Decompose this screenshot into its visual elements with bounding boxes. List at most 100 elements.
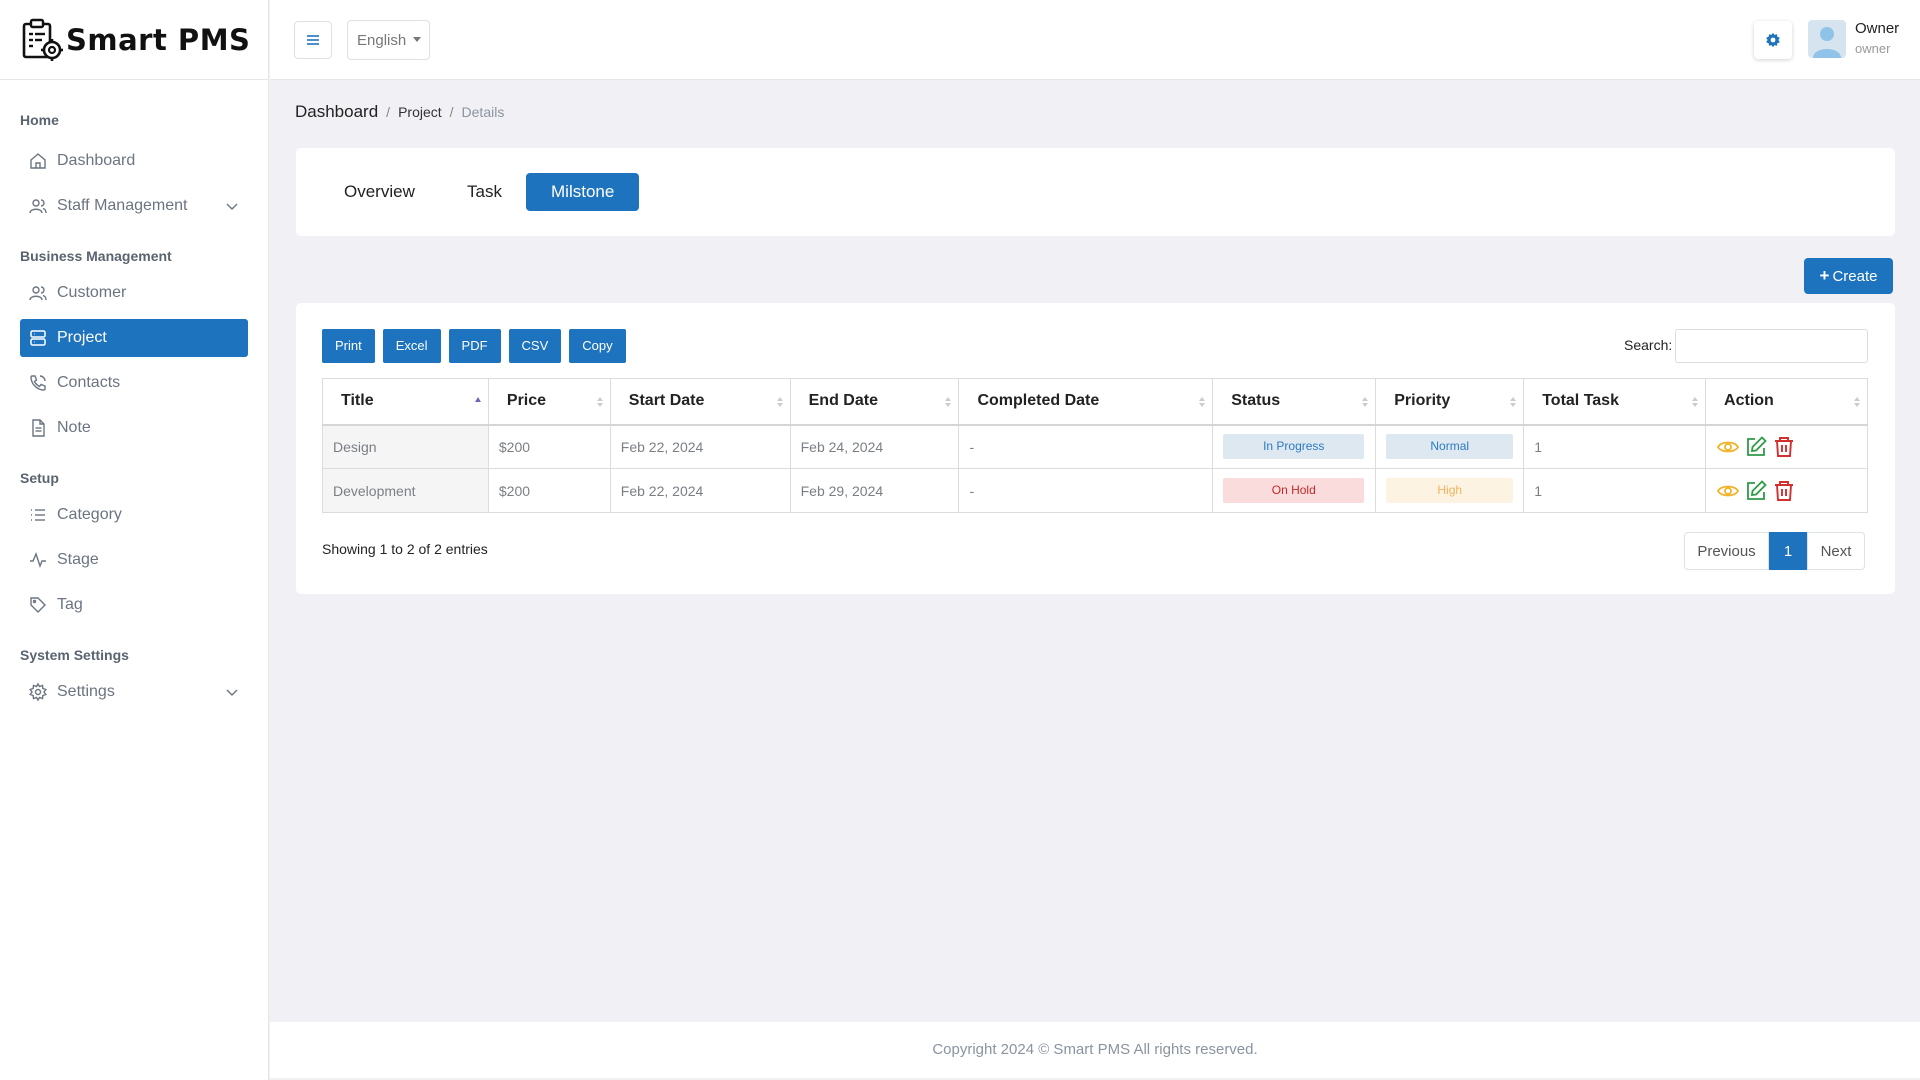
tab-task[interactable]: Task (442, 173, 527, 211)
page-button-1[interactable]: 1 (1769, 532, 1807, 570)
table-row: Design $200 Feb 22, 2024 Feb 24, 2024 - … (322, 424, 1868, 469)
settings-button[interactable] (1754, 21, 1792, 59)
breadcrumb-project[interactable]: Project (398, 104, 442, 120)
plus-icon: + (1819, 266, 1830, 285)
trash-icon[interactable] (1772, 435, 1796, 459)
menu-toggle-button[interactable] (294, 21, 332, 59)
excel-button[interactable]: Excel (382, 329, 441, 363)
sidebar-item-customer[interactable]: Customer (20, 274, 248, 312)
sidebar-item-label: Tag (57, 596, 83, 613)
cell-price: $200 (487, 424, 611, 469)
sidebar-item-staff-management[interactable]: Staff Management (20, 187, 248, 225)
sidebar-item-project[interactable]: Project (20, 319, 248, 357)
nav-section-business: Business Management (20, 248, 172, 264)
users-icon (29, 286, 47, 301)
activity-icon (30, 552, 46, 569)
edit-icon[interactable] (1744, 479, 1768, 503)
column-header-priority[interactable]: Priority (1375, 378, 1525, 426)
column-header-start-date[interactable]: Start Date (609, 378, 791, 426)
cell-total-task: 1 (1523, 424, 1707, 469)
csv-button[interactable]: CSV (508, 329, 562, 363)
file-text-icon (32, 419, 45, 437)
eye-icon[interactable] (1716, 479, 1740, 503)
sidebar-item-stage[interactable]: Stage (20, 541, 248, 579)
sidebar: Smart PMS Home Dashboard Staff Managemen… (0, 0, 269, 1080)
breadcrumb-dashboard[interactable]: Dashboard (295, 102, 378, 122)
status-badge: In Progress (1223, 434, 1365, 460)
priority-badge: Normal (1386, 434, 1514, 460)
brand[interactable]: Smart PMS (0, 0, 268, 80)
cell-price: $200 (487, 468, 611, 513)
sort-asc-icon (474, 397, 481, 402)
sort-icon (1510, 397, 1517, 407)
column-header-price[interactable]: Price (487, 378, 611, 426)
sidebar-item-label: Customer (57, 284, 127, 301)
column-title-label: Priority (1394, 392, 1451, 410)
milestone-table: Title Price Start Date End Date Complete… (322, 378, 1868, 513)
cell-start-date: Feb 22, 2024 (609, 468, 791, 513)
sidebar-item-category[interactable]: Category (20, 496, 248, 534)
column-header-action[interactable]: Action (1705, 378, 1868, 426)
column-header-title[interactable]: Title (322, 378, 489, 426)
tab-overview[interactable]: Overview (319, 173, 440, 211)
status-badge: On Hold (1223, 478, 1365, 503)
hamburger-icon (307, 35, 319, 45)
user-name[interactable]: Owner (1855, 20, 1899, 37)
milestone-table-card: Print Excel PDF CSV Copy Search: Title P… (296, 303, 1895, 594)
caret-down-icon (413, 37, 421, 42)
sidebar-nav: Home Dashboard Staff Management Business… (0, 80, 268, 711)
sidebar-item-label: Staff Management (57, 197, 188, 214)
nav-section-system: System Settings (20, 647, 129, 663)
phone-icon (30, 375, 46, 391)
eye-icon[interactable] (1716, 435, 1740, 459)
priority-badge: High (1386, 478, 1514, 503)
cell-end-date: Feb 24, 2024 (789, 424, 960, 469)
cell-title: Design (322, 424, 489, 469)
cell-priority: High (1375, 468, 1525, 513)
search-input[interactable] (1675, 329, 1868, 363)
sidebar-item-settings[interactable]: Settings (20, 673, 248, 711)
pdf-button[interactable]: PDF (448, 329, 501, 363)
sort-icon (1362, 397, 1369, 407)
sidebar-item-label: Category (57, 506, 122, 523)
topbar: English Owner owner (270, 0, 1920, 80)
user-avatar-icon (1813, 27, 1841, 58)
column-header-end-date[interactable]: End Date (789, 378, 960, 426)
column-header-completed-date[interactable]: Completed Date (958, 378, 1214, 426)
column-title-label: Start Date (628, 392, 705, 410)
pagination: Previous 1 Next (1684, 532, 1865, 570)
language-select[interactable]: English (347, 20, 430, 60)
trash-icon[interactable] (1772, 479, 1796, 503)
sidebar-item-contacts[interactable]: Contacts (20, 364, 248, 402)
avatar[interactable] (1808, 20, 1846, 58)
server-icon (30, 330, 46, 346)
clipboard-gear-icon (22, 18, 63, 61)
entries-info: Showing 1 to 2 of 2 entries (322, 541, 488, 557)
tab-milestone[interactable]: Milstone (526, 173, 640, 211)
gear-icon (1766, 32, 1780, 48)
cell-status: On Hold (1212, 468, 1377, 513)
sidebar-item-tag[interactable]: Tag (20, 586, 248, 624)
edit-icon[interactable] (1744, 435, 1768, 459)
gear-icon (29, 682, 47, 702)
next-page-button[interactable]: Next (1807, 532, 1865, 570)
sidebar-item-note[interactable]: Note (20, 409, 248, 447)
sort-icon (1692, 397, 1699, 407)
sidebar-item-dashboard[interactable]: Dashboard (20, 142, 248, 180)
footer: Copyright 2024 © Smart PMS All rights re… (270, 1022, 1920, 1078)
sort-icon (1854, 397, 1860, 407)
language-value: English (357, 31, 407, 49)
chevron-down-icon (226, 203, 238, 210)
copy-button[interactable]: Copy (569, 329, 626, 363)
export-buttons: Print Excel PDF CSV Copy (322, 329, 634, 363)
column-header-status[interactable]: Status (1212, 378, 1377, 426)
cell-action (1705, 468, 1868, 513)
footer-copyright: Copyright 2024 © Smart PMS All rights re… (932, 1041, 1258, 1058)
breadcrumb-separator: / (449, 104, 454, 120)
cell-start-date: Feb 22, 2024 (609, 424, 791, 469)
column-header-total-task[interactable]: Total Task (1523, 378, 1707, 426)
create-button[interactable]: + Create (1804, 258, 1893, 294)
previous-page-button[interactable]: Previous (1684, 532, 1769, 570)
column-title-label: Total Task (1542, 392, 1619, 410)
print-button[interactable]: Print (322, 329, 375, 363)
